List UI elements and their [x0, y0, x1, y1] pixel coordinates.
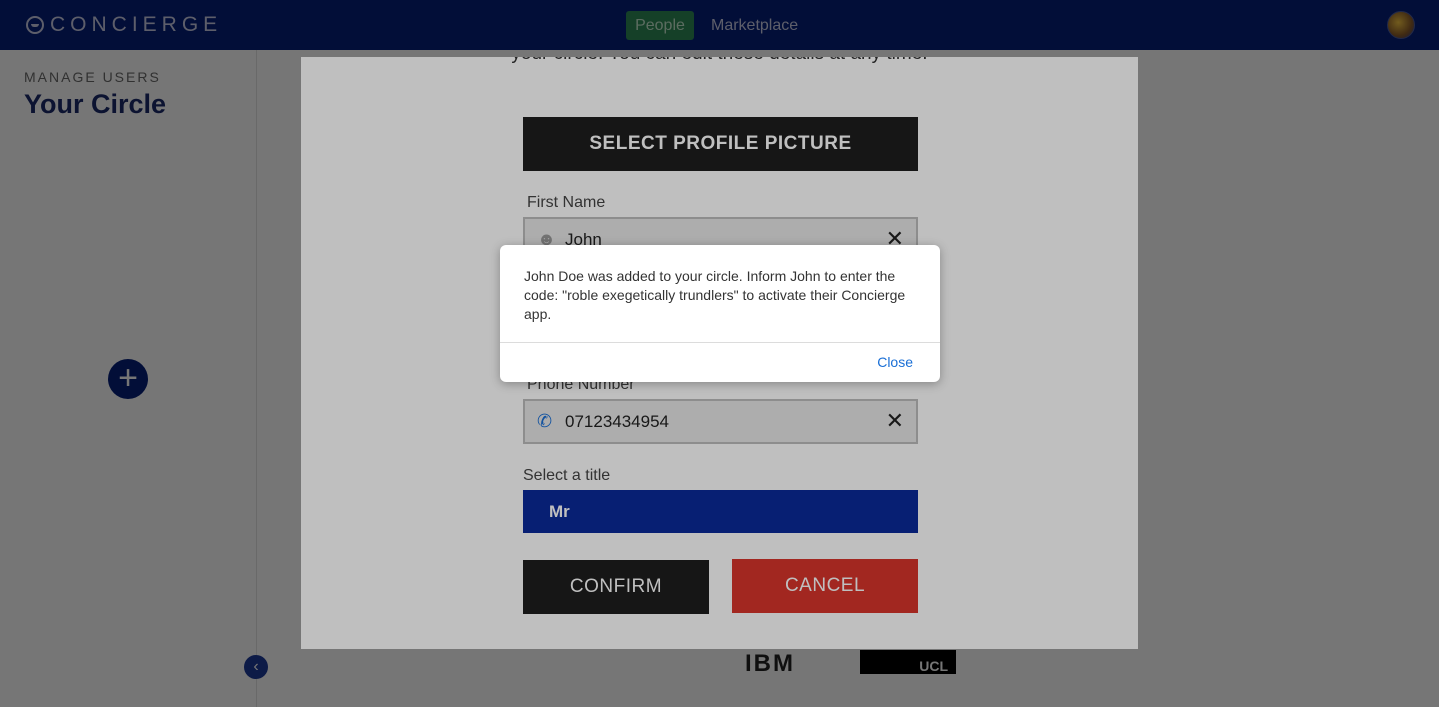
close-button[interactable]: Close: [877, 354, 913, 370]
alert-dialog: John Doe was added to your circle. Infor…: [500, 245, 940, 382]
alert-message: John Doe was added to your circle. Infor…: [524, 268, 906, 322]
alert-divider: [500, 342, 940, 343]
